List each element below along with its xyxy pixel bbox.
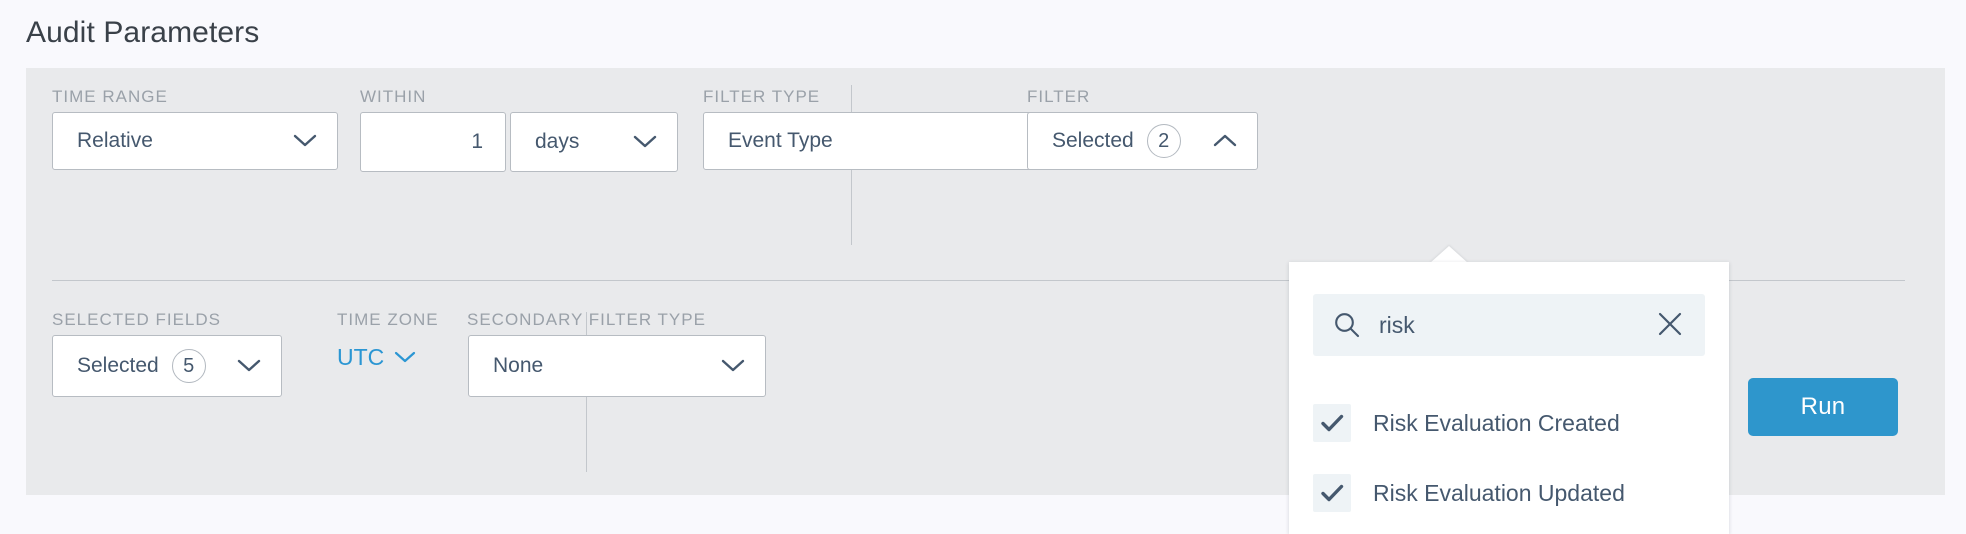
time-zone-value: UTC bbox=[337, 344, 385, 370]
chevron-up-icon bbox=[1213, 134, 1237, 147]
selected-fields-count-badge: 5 bbox=[171, 349, 206, 383]
filter-label: FILTER bbox=[1027, 87, 1091, 106]
selected-fields-label: SELECTED FIELDS bbox=[52, 310, 221, 329]
popup-caret-icon bbox=[1430, 246, 1468, 263]
time-zone-link[interactable]: UTC bbox=[337, 344, 416, 371]
filter-option-row[interactable]: Risk Evaluation Created bbox=[1289, 394, 1729, 452]
filter-option-row[interactable]: Risk Evaluation Updated bbox=[1289, 464, 1729, 522]
secondary-filter-type-label: SECONDARY FILTER TYPE bbox=[467, 310, 706, 329]
check-icon bbox=[1321, 414, 1344, 432]
filter-option-label: Risk Evaluation Updated bbox=[1373, 479, 1625, 506]
search-icon bbox=[1335, 313, 1360, 338]
filter-type-select[interactable]: Event Type bbox=[703, 112, 1075, 170]
close-icon bbox=[1658, 312, 1682, 335]
filter-option-label: Risk Evaluation Created bbox=[1373, 409, 1620, 436]
clear-search-button[interactable] bbox=[1657, 311, 1683, 340]
selected-fields-value: Selected bbox=[77, 354, 159, 377]
filter-search-box[interactable] bbox=[1313, 294, 1705, 356]
checkbox-checked[interactable] bbox=[1313, 404, 1351, 442]
within-unit-value: days bbox=[535, 130, 580, 153]
chevron-down-icon bbox=[237, 359, 261, 372]
filter-count-badge: 2 bbox=[1146, 124, 1181, 158]
time-range-label: TIME RANGE bbox=[52, 87, 168, 106]
secondary-filter-type-value: None bbox=[493, 354, 544, 377]
time-range-value: Relative bbox=[77, 129, 153, 152]
within-label: WITHIN bbox=[360, 87, 427, 106]
filter-search-input[interactable] bbox=[1379, 311, 1657, 339]
within-unit-select[interactable]: days bbox=[510, 112, 678, 172]
filter-type-label: FILTER TYPE bbox=[703, 87, 821, 106]
chevron-down-icon bbox=[293, 134, 317, 147]
filter-type-value: Event Type bbox=[728, 129, 833, 152]
time-range-select[interactable]: Relative bbox=[52, 112, 338, 170]
secondary-filter-type-select[interactable]: None bbox=[468, 335, 766, 397]
within-amount-input[interactable]: 1 bbox=[360, 112, 506, 172]
chevron-down-icon bbox=[395, 351, 416, 363]
checkbox-checked[interactable] bbox=[1313, 474, 1351, 512]
selected-fields-select[interactable]: Selected 5 bbox=[52, 335, 282, 397]
time-zone-label: TIME ZONE bbox=[337, 310, 439, 329]
filter-options-popup: Risk Evaluation Created Risk Evaluation … bbox=[1289, 262, 1729, 534]
check-icon bbox=[1321, 484, 1344, 502]
within-amount-value: 1 bbox=[471, 130, 483, 153]
page-title: Audit Parameters bbox=[26, 16, 260, 49]
run-button[interactable]: Run bbox=[1748, 378, 1898, 436]
chevron-down-icon bbox=[633, 135, 657, 148]
filter-select[interactable]: Selected 2 bbox=[1027, 112, 1258, 170]
chevron-down-icon bbox=[721, 359, 745, 372]
filter-value: Selected bbox=[1052, 129, 1134, 152]
